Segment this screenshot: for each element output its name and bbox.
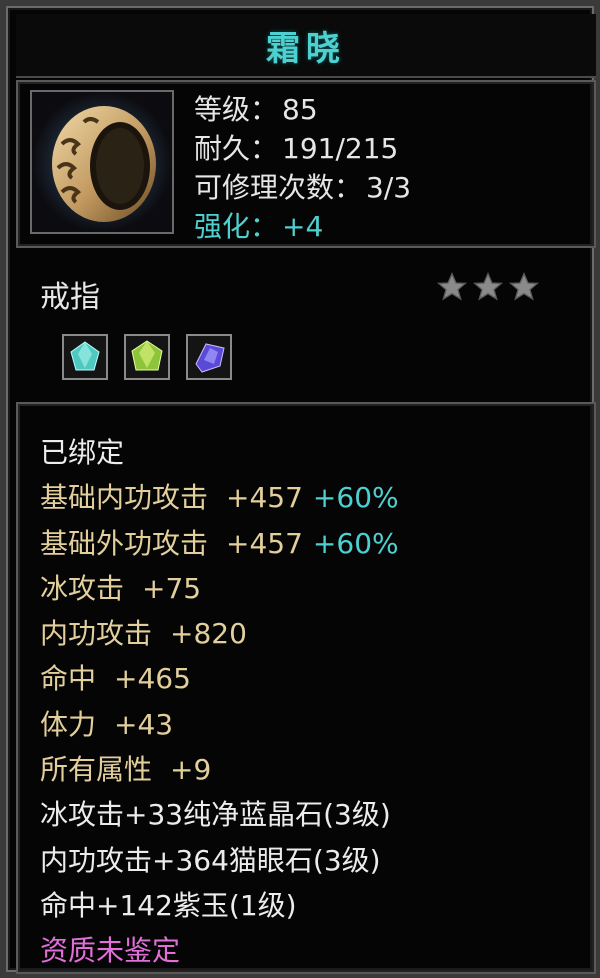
star-icon: [436, 271, 468, 301]
attr-value: +9: [170, 753, 212, 787]
gem-slot-3[interactable]: [186, 334, 232, 380]
gem-bonus-2: 内功攻击+364猫眼石(3级): [40, 843, 381, 877]
purple-gem-icon: [195, 343, 225, 373]
gem-bonus-3: 命中+142紫玉(1级): [40, 888, 297, 922]
title-bar: 霜晓: [16, 14, 596, 78]
attr-value: +465: [114, 662, 191, 696]
item-type: 戒指: [40, 280, 100, 315]
star-rating: [436, 271, 546, 311]
gem-slot-2[interactable]: [124, 334, 170, 380]
star-icon: [472, 271, 504, 301]
cyan-gem-icon: [70, 341, 100, 371]
attr-label: 内功攻击: [40, 617, 153, 651]
attr-all-attributes: 所有属性 +9: [40, 747, 580, 792]
attr-stamina: 体力 +43: [40, 702, 580, 747]
attr-percent: +60%: [312, 526, 399, 560]
durability-value: 191/215: [282, 132, 399, 165]
level-label: 等级：: [194, 93, 279, 126]
repair-count-value: 3/3: [366, 171, 412, 204]
attr-label: 所有属性: [40, 753, 153, 787]
gem-slots: [62, 334, 232, 380]
repair-count-line: 可修理次数： 3/3: [194, 168, 584, 207]
ring-icon: [32, 92, 172, 232]
gem-slot-1[interactable]: [62, 334, 108, 380]
attr-label: 基础外功攻击: [40, 526, 209, 560]
attr-base-external: 基础外功攻击 +457 +60%: [40, 521, 580, 566]
attr-value: +457: [226, 481, 303, 515]
gem-bonus-1: 冰攻击+33纯净蓝晶石(3级): [40, 798, 391, 832]
item-name: 霜晓: [266, 28, 346, 69]
attr-label: 冰攻击: [40, 571, 125, 605]
quality-status: 资质未鉴定: [40, 934, 181, 968]
bound-status: 已绑定: [40, 436, 125, 469]
repair-count-label: 可修理次数：: [194, 171, 363, 204]
star-icon: [508, 271, 540, 301]
enhance-label: 强化：: [194, 210, 279, 243]
enhance-line: 强化： +4: [194, 207, 584, 246]
item-info-panel: 等级： 85 耐久： 191/215 可修理次数： 3/3 强化： +4: [16, 80, 596, 248]
durability-label: 耐久：: [194, 132, 279, 165]
enhance-value: +4: [282, 210, 324, 243]
attr-value: +75: [142, 571, 202, 605]
attr-internal-attack: 内功攻击 +820: [40, 611, 580, 656]
attr-percent: +60%: [312, 481, 399, 515]
attr-value: +457: [226, 526, 303, 560]
attr-value: +820: [170, 617, 247, 651]
attr-ice-attack: 冰攻击 +75: [40, 566, 580, 611]
attr-label: 命中: [40, 662, 97, 696]
item-tooltip: 霜晓 等级： 85 耐久： 191/215 可修理次数： 3/3 强化： +4 …: [0, 0, 600, 978]
green-gem-icon: [131, 340, 163, 371]
attr-base-internal: 基础内功攻击 +457 +60%: [40, 475, 580, 520]
attr-label: 基础内功攻击: [40, 481, 209, 515]
attr-hit: 命中 +465: [40, 656, 580, 701]
attribute-list: 已绑定 基础内功攻击 +457 +60% 基础外功攻击 +457 +60% 冰攻击 +75…: [40, 430, 580, 974]
durability-line: 耐久： 191/215: [194, 129, 584, 168]
item-stats: 等级： 85 耐久： 191/215 可修理次数： 3/3 强化： +4: [194, 90, 584, 246]
attr-label: 体力: [40, 707, 97, 741]
item-icon-frame: [30, 90, 174, 234]
attr-value: +43: [114, 707, 174, 741]
attributes-panel: 已绑定 基础内功攻击 +457 +60% 基础外功攻击 +457 +60% 冰攻击 +75…: [16, 402, 596, 974]
level-line: 等级： 85: [194, 90, 584, 129]
level-value: 85: [282, 93, 318, 126]
